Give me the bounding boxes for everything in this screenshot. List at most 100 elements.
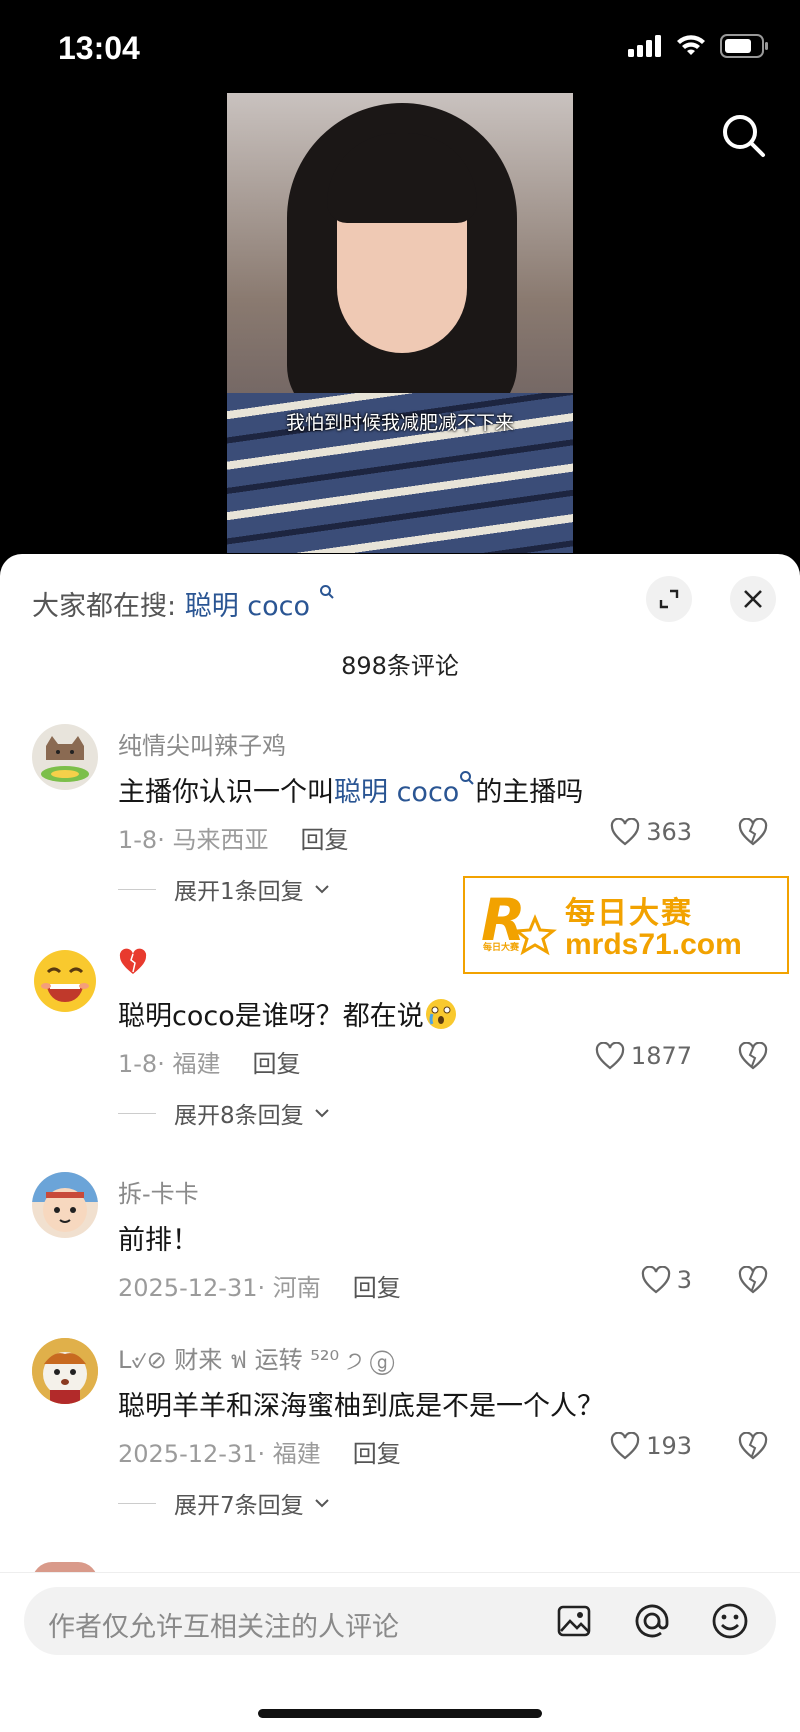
avatar[interactable] <box>32 948 98 1014</box>
avatar[interactable] <box>32 1172 98 1238</box>
keyword-search-icon <box>319 585 334 599</box>
comment-item: 拆-卡卡 前排！ 2025-12-31· 河南 回复 3 <box>0 1172 800 1322</box>
avatar[interactable] <box>32 724 98 790</box>
expand-replies-label: 展开1条回复 <box>174 879 304 905</box>
crying-emoji-icon <box>425 999 456 1029</box>
like-button[interactable]: 363 <box>610 818 692 846</box>
comment-date-location: 2025-12-31· 河南 <box>118 1274 321 1302</box>
comment-text: 聪明羊羊和深海蜜柚到底是不是一个人？ <box>118 1391 604 1422</box>
like-count: 193 <box>646 1432 692 1460</box>
like-count: 3 <box>676 1266 692 1294</box>
comment-item: 聪明coco是谁呀？都在说 1-8· 福建 回复 1877 展开8条回复 <box>0 948 800 1158</box>
heart-icon <box>641 1266 670 1294</box>
comment-count: 898条评论 <box>341 652 459 680</box>
reply-button[interactable]: 回复 <box>353 1274 401 1302</box>
search-button[interactable] <box>718 110 770 162</box>
video-subtitle: 我怕到时候我减肥减不下来 <box>285 412 514 434</box>
expand-replies-button[interactable]: 展开1条回复 <box>118 872 330 906</box>
comment-sheet: 大家都在搜: 聪明 coco 898条评论 纯情尖叫辣子鸡 主播你认识一个叫聪明… <box>0 554 800 1731</box>
comment-text: 聪明coco是谁呀？都在说 <box>118 994 458 1033</box>
expand-icon <box>659 589 679 609</box>
expand-replies-label: 展开7条回复 <box>174 1493 304 1519</box>
hot-search-prefix: 大家都在搜: <box>32 591 177 622</box>
expand-button[interactable] <box>646 576 692 622</box>
like-count: 363 <box>646 818 692 846</box>
character-avatar-icon <box>32 1172 98 1232</box>
hot-search-keyword[interactable]: 聪明 coco <box>185 591 310 622</box>
watermark-url: mrds71.com <box>565 928 742 961</box>
comment-composer-bar: 作者仅允许互相关注的人评论 <box>0 1572 800 1732</box>
battery-icon <box>720 34 768 58</box>
heart-icon <box>611 818 640 846</box>
status-icons <box>628 34 770 58</box>
comment-date-location: 1-8· 马来西亚 <box>118 826 269 854</box>
broken-heart-icon <box>738 1041 768 1070</box>
signal-icon <box>628 35 661 57</box>
comment-meta: 1-8· 福建 回复 <box>118 1044 300 1079</box>
reply-button[interactable]: 回复 <box>300 826 348 854</box>
comment-item: L୰⊘ 财来 ฟ 运转 ⁵²⁰ ੭ ⓖ 聪明羊羊和深海蜜柚到底是不是一个人？ 2… <box>0 1338 800 1548</box>
keyword-search-icon <box>460 771 475 785</box>
heart-icon <box>595 1042 625 1070</box>
avatar[interactable] <box>32 1338 98 1404</box>
smiley-avatar-icon <box>34 950 96 1012</box>
comment-meta: 2025-12-31· 河南 回复 <box>118 1268 401 1303</box>
dislike-button[interactable] <box>738 1265 768 1298</box>
divider <box>118 888 156 890</box>
reply-button[interactable]: 回复 <box>252 1050 300 1078</box>
like-button[interactable]: 193 <box>610 1432 692 1460</box>
comment-date-location: 1-8· 福建 <box>118 1050 221 1078</box>
image-icon[interactable] <box>556 1603 592 1639</box>
expand-replies-button[interactable]: 展开7条回复 <box>118 1486 330 1520</box>
expand-replies-label: 展开8条回复 <box>174 1103 304 1129</box>
comment-text-before: 主播你认识一个叫 <box>118 777 334 808</box>
watermark-badge: 每日大赛 <box>483 943 520 953</box>
comment-meta: 2025-12-31· 福建 回复 <box>118 1434 401 1469</box>
divider <box>118 1112 156 1114</box>
like-count: 1877 <box>630 1042 692 1070</box>
home-indicator[interactable] <box>258 1709 542 1718</box>
comment-text-before: 聪明coco是谁呀？都在说 <box>118 1001 424 1032</box>
comment-text: 主播你认识一个叫聪明 coco 的主播吗 <box>118 770 583 809</box>
reply-button[interactable]: 回复 <box>353 1440 401 1468</box>
comment-text: 前排！ <box>118 1225 199 1256</box>
expand-replies-button[interactable]: 展开8条回复 <box>118 1096 330 1130</box>
comment-text-after: 的主播吗 <box>475 777 584 808</box>
heart-badge-icon <box>119 948 147 974</box>
like-button[interactable]: 1877 <box>595 1042 692 1070</box>
dislike-button[interactable] <box>738 1431 768 1464</box>
wifi-icon <box>677 35 705 55</box>
broken-heart-icon <box>738 1265 768 1294</box>
watermark-title: 每日大赛 <box>565 896 693 931</box>
dislike-button[interactable] <box>738 1041 768 1074</box>
watermark-logo: R 每日大赛 每日大赛 mrds71.com <box>463 876 789 974</box>
search-icon <box>723 115 765 157</box>
chevron-down-icon <box>314 1109 329 1118</box>
comment-author[interactable]: L୰⊘ 财来 ฟ 运转 ⁵²⁰ ੭ ⓖ <box>118 1340 394 1379</box>
cat-avatar-icon <box>41 736 89 782</box>
hot-search[interactable]: 大家都在搜: 聪明 coco <box>32 584 335 623</box>
comment-meta: 1-8· 马来西亚 回复 <box>118 820 348 855</box>
like-button[interactable]: 3 <box>641 1266 692 1294</box>
status-bar: 13:04 <box>0 0 800 96</box>
comment-input[interactable]: 作者仅允许互相关注的人评论 <box>24 1587 776 1655</box>
comment-date-location: 2025-12-31· 福建 <box>118 1440 321 1468</box>
mention-icon[interactable] <box>632 1601 672 1641</box>
comment-author[interactable]: 纯情尖叫辣子鸡 <box>118 726 286 761</box>
chevron-down-icon <box>314 1499 329 1508</box>
video-preview[interactable]: 我怕到时候我减肥减不下来 <box>227 93 573 553</box>
status-time: 13:04 <box>58 30 140 66</box>
close-icon <box>744 590 762 608</box>
comment-author[interactable]: 拆-卡卡 <box>118 1174 199 1209</box>
chevron-down-icon <box>314 885 329 894</box>
close-button[interactable] <box>730 576 776 622</box>
comment-input-placeholder: 作者仅允许互相关注的人评论 <box>48 1612 399 1643</box>
broken-heart-icon <box>738 817 768 846</box>
comment-keyword-link[interactable]: 聪明 coco <box>334 777 459 808</box>
tiger-avatar-icon <box>32 1338 98 1404</box>
emoji-icon[interactable] <box>710 1601 750 1641</box>
heart-icon <box>611 1432 640 1460</box>
divider <box>118 1502 156 1504</box>
dislike-button[interactable] <box>738 817 768 850</box>
broken-heart-icon <box>738 1431 768 1460</box>
